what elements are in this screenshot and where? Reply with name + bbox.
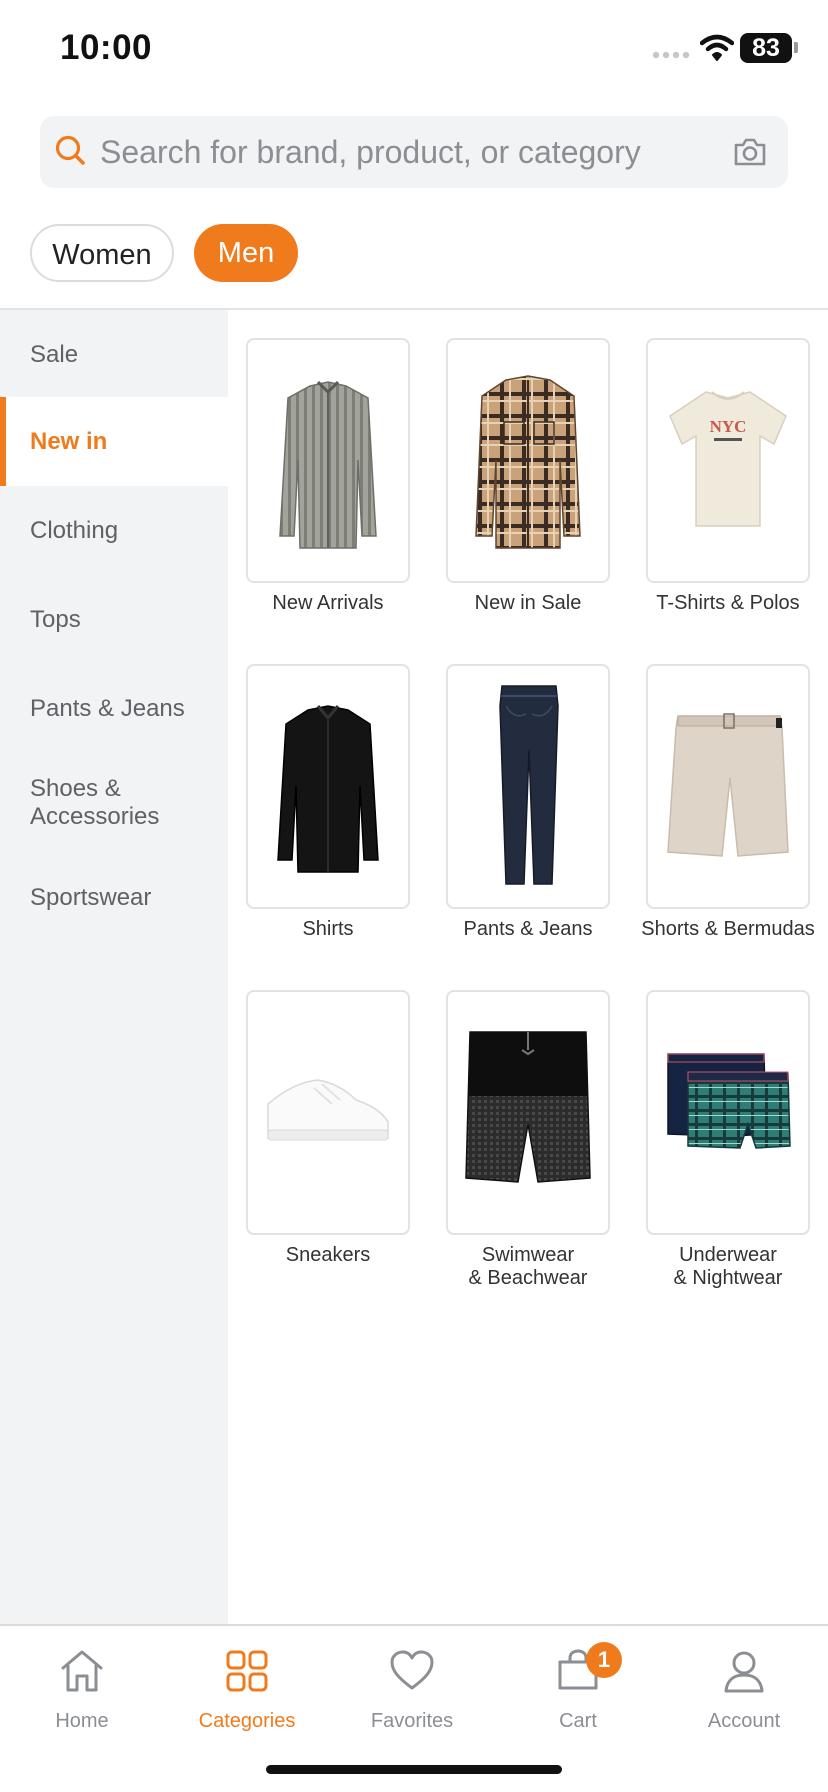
tshirt-image: NYC bbox=[669, 391, 787, 527]
sneaker-image bbox=[267, 1079, 389, 1141]
nav-account[interactable]: Account bbox=[674, 1646, 814, 1733]
category-tile-sneakers[interactable] bbox=[246, 990, 410, 1235]
nav-favorites[interactable]: Favorites bbox=[342, 1646, 482, 1733]
search-bar[interactable]: Search for brand, product, or category bbox=[40, 116, 788, 188]
category-tile-new-in-sale[interactable] bbox=[446, 338, 610, 583]
battery-indicator: 83 bbox=[740, 33, 792, 63]
sidebar-item-tops[interactable]: Tops bbox=[0, 575, 228, 664]
category-tile-shirts[interactable] bbox=[246, 664, 410, 909]
category-label: Shirts bbox=[302, 918, 354, 940]
cellular-signal-icon bbox=[652, 47, 692, 65]
jeans-image bbox=[499, 685, 559, 885]
sidebar-item-pants-jeans[interactable]: Pants & Jeans bbox=[0, 664, 228, 753]
shorts-image bbox=[667, 713, 789, 857]
boxers-image bbox=[667, 1053, 791, 1149]
category-tile-tshirts-polos[interactable]: NYC bbox=[646, 338, 810, 583]
nav-categories-label: Categories bbox=[198, 1710, 296, 1732]
sidebar-item-label: Clothing bbox=[30, 516, 119, 544]
striped-shirt-image bbox=[279, 380, 377, 549]
tab-women[interactable]: Women bbox=[30, 224, 174, 282]
category-label: Underwear & Nightwear bbox=[673, 1244, 783, 1289]
category-label: T-Shirts & Polos bbox=[656, 592, 800, 614]
grid-icon bbox=[222, 1646, 272, 1696]
nav-cart[interactable]: 1 Cart bbox=[508, 1642, 648, 1733]
nav-cart-label: Cart bbox=[559, 1710, 597, 1732]
category-sidebar: Sale New in Clothing Tops Pants & Jeans … bbox=[0, 310, 228, 1624]
sidebar-item-sportswear[interactable]: Sportswear bbox=[0, 853, 228, 942]
nav-account-label: Account bbox=[707, 1710, 781, 1732]
status-bar: 10:00 83 bbox=[0, 0, 828, 100]
plaid-overshirt-image bbox=[475, 375, 581, 549]
nav-categories[interactable]: Categories bbox=[177, 1646, 317, 1733]
category-label: New in Sale bbox=[474, 592, 582, 614]
category-label: Pants & Jeans bbox=[463, 918, 593, 940]
search-input[interactable]: Search for brand, product, or category bbox=[100, 116, 641, 188]
category-label: Sneakers bbox=[285, 1244, 371, 1266]
category-label: Swimwear & Beachwear bbox=[468, 1244, 588, 1289]
cart-badge: 1 bbox=[586, 1642, 622, 1678]
nav-favorites-label: Favorites bbox=[370, 1710, 454, 1732]
sidebar-item-label: Shoes & Accessories bbox=[30, 775, 160, 830]
sidebar-item-clothing[interactable]: Clothing bbox=[0, 486, 228, 575]
nav-home-label: Home bbox=[55, 1710, 109, 1732]
tshirt-print: NYC bbox=[710, 417, 747, 436]
home-indicator[interactable] bbox=[266, 1765, 562, 1774]
nav-home[interactable]: Home bbox=[12, 1646, 152, 1733]
swim-shorts-image bbox=[465, 1031, 591, 1183]
category-label: New Arrivals bbox=[272, 592, 384, 614]
search-icon bbox=[52, 132, 90, 175]
category-tile-shorts-bermudas[interactable] bbox=[646, 664, 810, 909]
home-icon bbox=[57, 1646, 107, 1696]
tab-men[interactable]: Men bbox=[194, 224, 298, 282]
wifi-icon bbox=[699, 34, 735, 67]
status-time: 10:00 bbox=[60, 28, 153, 67]
sidebar-item-label: Sportswear bbox=[30, 883, 152, 911]
category-label: Shorts & Bermudas bbox=[641, 918, 815, 940]
sidebar-item-label: New in bbox=[30, 427, 108, 455]
sidebar-item-label: Tops bbox=[30, 605, 81, 633]
black-shirt-image bbox=[277, 705, 379, 873]
category-tile-swimwear[interactable] bbox=[446, 990, 610, 1235]
category-tile-underwear[interactable] bbox=[646, 990, 810, 1235]
category-tile-new-arrivals[interactable] bbox=[246, 338, 410, 583]
sidebar-item-new-in[interactable]: New in bbox=[0, 397, 228, 486]
sidebar-item-sale[interactable]: Sale bbox=[0, 310, 228, 399]
camera-icon[interactable] bbox=[732, 136, 768, 173]
user-icon bbox=[719, 1646, 769, 1696]
sidebar-item-shoes-accessories[interactable]: Shoes & Accessories bbox=[0, 753, 228, 853]
battery-tip bbox=[794, 42, 798, 53]
category-tile-pants-jeans[interactable] bbox=[446, 664, 610, 909]
heart-icon bbox=[387, 1646, 437, 1696]
sidebar-item-label: Pants & Jeans bbox=[30, 694, 185, 722]
sidebar-item-label: Sale bbox=[30, 340, 79, 368]
